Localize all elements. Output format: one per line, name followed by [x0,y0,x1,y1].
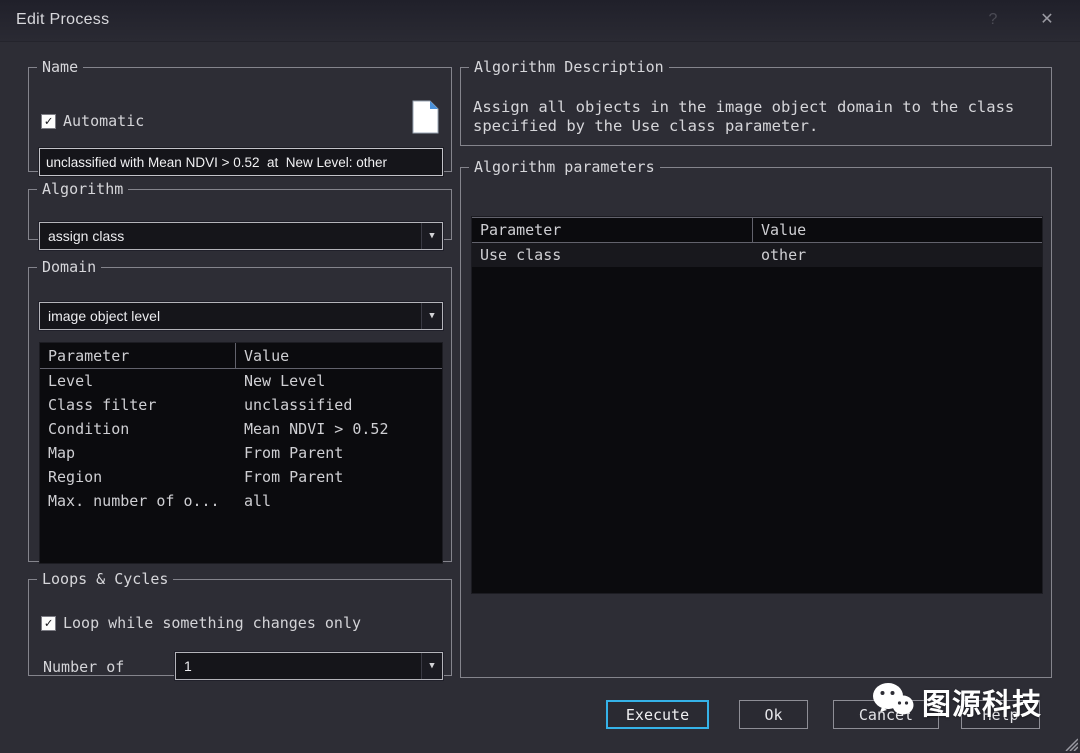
chevron-down-icon: ▼ [421,223,442,249]
cell-parameter: Map [40,441,236,465]
automatic-checkbox[interactable]: ✓ Automatic [41,112,144,130]
checkmark-icon[interactable]: ✓ [41,114,56,129]
domain-group-label: Domain [37,258,101,276]
table-row[interactable]: Level New Level [40,369,442,393]
cell-value: New Level [236,369,333,393]
edit-process-dialog: Edit Process ? ✕ Name ✓ Automatic Algori… [0,0,1080,753]
number-of-select-value: 1 [176,653,421,679]
algorithm-description-group: Algorithm Description Assign all objects… [460,58,1052,146]
algorithm-description-label: Algorithm Description [469,58,669,76]
process-name-input[interactable] [39,148,443,176]
name-group-label: Name [37,58,83,76]
chevron-down-icon: ▼ [421,653,442,679]
algorithm-group-label: Algorithm [37,180,128,198]
table-row[interactable]: Class filter unclassified [40,393,442,417]
title-bar: Edit Process ? ✕ [0,0,1080,42]
cell-value: From Parent [236,465,351,489]
cell-value: From Parent [236,441,351,465]
column-header: Parameter [472,218,753,242]
cell-parameter: Use class [472,243,753,267]
loop-while-checkbox-label: Loop while something changes only [63,614,361,632]
number-of-label: Number of [43,658,124,676]
chevron-down-icon: ▼ [421,303,442,329]
domain-parameter-table: Parameter Value Level New Level Class fi… [39,342,443,564]
name-group: Name ✓ Automatic [28,58,452,172]
table-row[interactable]: Map From Parent [40,441,442,465]
algorithm-description-text: Assign all objects in the image object d… [473,98,1039,136]
column-header: Value [753,218,814,242]
domain-select-value: image object level [40,303,421,329]
algorithm-select[interactable]: assign class ▼ [39,222,443,250]
help-icon[interactable]: ? [980,8,1006,32]
algorithm-parameters-group: Algorithm parameters Parameter Value Use… [460,158,1052,678]
cell-value: other [753,243,814,267]
algorithm-select-value: assign class [40,223,421,249]
cell-parameter: Max. number of o... [40,489,236,513]
close-icon[interactable]: ✕ [1034,8,1060,32]
document-icon[interactable] [412,100,439,134]
cancel-button[interactable]: Cancel [833,700,939,729]
help-button[interactable]: Help [961,700,1040,729]
table-row[interactable]: Max. number of o... all [40,489,442,513]
algorithm-parameters-label: Algorithm parameters [469,158,660,176]
table-header-row: Parameter Value [40,343,442,369]
cell-parameter: Condition [40,417,236,441]
checkmark-icon[interactable]: ✓ [41,616,56,631]
window-title: Edit Process [16,11,109,29]
loops-cycles-group-label: Loops & Cycles [37,570,173,588]
cell-value: all [236,489,279,513]
table-header-row: Parameter Value [472,217,1042,243]
domain-select[interactable]: image object level ▼ [39,302,443,330]
table-row[interactable]: Region From Parent [40,465,442,489]
execute-button[interactable]: Execute [606,700,709,729]
cell-parameter: Level [40,369,236,393]
cell-parameter: Region [40,465,236,489]
loops-cycles-group: Loops & Cycles ✓ Loop while something ch… [28,570,452,676]
domain-group: Domain image object level ▼ Parameter Va… [28,258,452,562]
ok-button[interactable]: Ok [739,700,808,729]
cell-value: Mean NDVI > 0.52 [236,417,397,441]
column-header: Parameter [40,343,236,368]
automatic-checkbox-label: Automatic [63,112,144,130]
cell-value: unclassified [236,393,360,417]
algorithm-parameters-table: Parameter Value Use class other [471,216,1043,594]
table-row[interactable]: Use class other [472,243,1042,267]
number-of-select[interactable]: 1 ▼ [175,652,443,680]
loop-while-checkbox[interactable]: ✓ Loop while something changes only [41,614,361,632]
cell-parameter: Class filter [40,393,236,417]
table-row[interactable]: Condition Mean NDVI > 0.52 [40,417,442,441]
algorithm-group: Algorithm assign class ▼ [28,180,452,240]
column-header: Value [236,343,297,368]
resize-grip[interactable] [1062,735,1078,751]
